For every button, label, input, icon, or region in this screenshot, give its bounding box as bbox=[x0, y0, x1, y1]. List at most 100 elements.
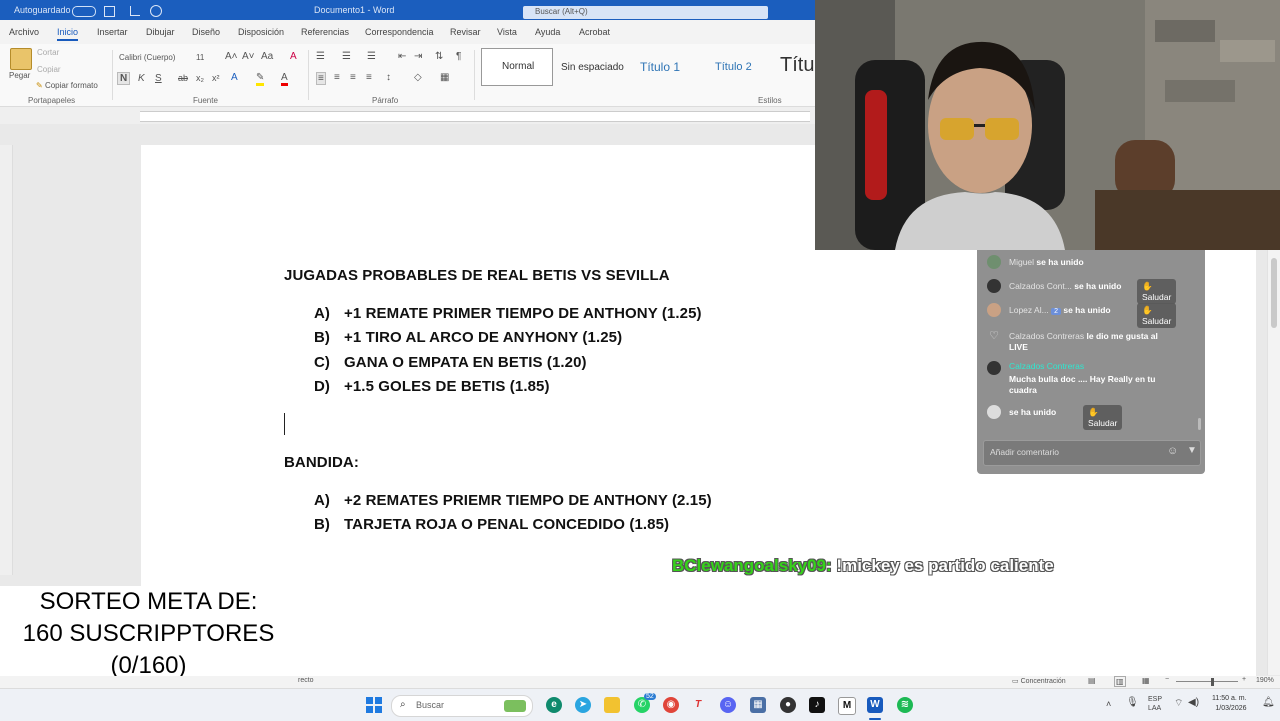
obs-icon[interactable]: ● bbox=[780, 697, 796, 713]
shading-icon[interactable]: ◇ bbox=[414, 72, 422, 83]
list-text: +1.5 GOLES DE BETIS (1.85) bbox=[344, 378, 550, 395]
save-icon[interactable] bbox=[104, 6, 115, 17]
saludar-button[interactable]: ✋ Saludar bbox=[1137, 303, 1177, 328]
shrink-font-icon[interactable]: A˅ bbox=[242, 51, 255, 62]
numbering-icon[interactable]: ☰ bbox=[342, 51, 351, 62]
saludar-button[interactable]: ✋ Saludar bbox=[1083, 405, 1123, 430]
font-color-icon[interactable]: A bbox=[281, 72, 288, 86]
list-letter: B) bbox=[314, 329, 331, 346]
filter-icon[interactable]: ▼ bbox=[1187, 445, 1197, 456]
scrollbar-thumb[interactable] bbox=[1271, 258, 1277, 328]
tab-correspondencia[interactable]: Correspondencia bbox=[365, 27, 434, 37]
increase-indent-icon[interactable]: ⇥ bbox=[414, 51, 422, 62]
web-layout-icon[interactable]: ▦ bbox=[1142, 676, 1150, 685]
multilevel-list-icon[interactable]: ☰ bbox=[367, 51, 376, 62]
align-center-button[interactable]: ≡ bbox=[334, 72, 340, 83]
tab-vista[interactable]: Vista bbox=[497, 27, 517, 37]
tab-archivo[interactable]: Archivo bbox=[9, 27, 39, 37]
align-right-button[interactable]: ≡ bbox=[350, 72, 356, 83]
telegram-icon[interactable]: ➤ bbox=[575, 697, 591, 713]
tab-insertar[interactable]: Insertar bbox=[97, 27, 128, 37]
tab-disposicion[interactable]: Disposición bbox=[238, 27, 284, 37]
line-spacing-icon[interactable]: ↕ bbox=[386, 72, 391, 83]
align-left-button[interactable]: ≡ bbox=[316, 72, 326, 85]
clock[interactable]: 11:50 a. m. 1/03/2026 bbox=[1212, 694, 1247, 714]
vertical-scrollbar[interactable] bbox=[1267, 250, 1280, 675]
clear-format-icon[interactable]: A bbox=[290, 51, 297, 62]
zoom-level[interactable]: 190% bbox=[1256, 677, 1274, 684]
paste-label[interactable]: Pegar bbox=[9, 71, 30, 80]
grow-font-icon[interactable]: A˄ bbox=[225, 51, 238, 62]
sort-icon[interactable]: ⇅ bbox=[435, 51, 443, 62]
redo-icon[interactable] bbox=[150, 5, 162, 17]
calculator-icon[interactable]: ▦ bbox=[750, 697, 766, 713]
italic-button[interactable]: K bbox=[138, 73, 145, 84]
zoom-out-icon[interactable]: − bbox=[1165, 676, 1169, 683]
superscript-button[interactable]: x² bbox=[212, 73, 220, 83]
search-box[interactable]: Buscar (Alt+Q) bbox=[523, 6, 768, 19]
taskbar-search[interactable]: ⌕ Buscar bbox=[391, 695, 533, 717]
language-indicator[interactable]: ESP LAA bbox=[1148, 695, 1162, 713]
style-titulo-2[interactable]: Título 2 bbox=[715, 61, 752, 73]
tab-revisar[interactable]: Revisar bbox=[450, 27, 481, 37]
paste-icon[interactable] bbox=[10, 48, 32, 70]
style-sin-espaciado[interactable]: Sin espaciado bbox=[561, 62, 624, 73]
style-titulo[interactable]: Títu bbox=[780, 54, 814, 77]
tab-dibujar[interactable]: Dibujar bbox=[146, 27, 175, 37]
notification-bell-icon[interactable]: 🔔︎ bbox=[1262, 697, 1275, 708]
text-effects-icon[interactable]: A bbox=[231, 72, 238, 83]
underline-button[interactable]: S bbox=[155, 73, 162, 84]
borders-icon[interactable]: ▦ bbox=[440, 72, 449, 83]
change-case-icon[interactable]: Aa bbox=[261, 51, 273, 62]
zoom-slider[interactable] bbox=[1176, 681, 1238, 682]
tab-inicio[interactable]: Inicio bbox=[57, 27, 79, 41]
zoom-slider-thumb[interactable] bbox=[1211, 678, 1214, 686]
subscript-button[interactable]: x₂ bbox=[196, 73, 204, 83]
bullets-icon[interactable]: ☰ bbox=[316, 51, 325, 62]
read-mode-icon[interactable]: ▤ bbox=[1088, 676, 1096, 685]
highlight-icon[interactable]: ✎ bbox=[256, 72, 265, 86]
vertical-ruler[interactable] bbox=[0, 145, 13, 575]
start-icon[interactable] bbox=[366, 697, 382, 713]
emoji-icon[interactable]: ☺ bbox=[1167, 445, 1178, 457]
font-color-swatch: A bbox=[281, 72, 288, 86]
cut-button[interactable]: Cortar bbox=[37, 48, 59, 57]
zoom-in-icon[interactable]: + bbox=[1242, 676, 1246, 683]
focus-mode-button[interactable]: ▭ Concentración bbox=[1012, 677, 1066, 685]
strikethrough-button[interactable]: ab bbox=[178, 73, 188, 83]
tab-ayuda[interactable]: Ayuda bbox=[535, 27, 560, 37]
comment-input[interactable]: Añadir comentario ☺ ▼ bbox=[983, 440, 1201, 466]
decrease-indent-icon[interactable]: ⇤ bbox=[398, 51, 406, 62]
network-icon[interactable]: ⌔ bbox=[1174, 697, 1183, 710]
tiktok-icon[interactable]: ♪ bbox=[809, 697, 825, 713]
chat-scroll-thumb[interactable] bbox=[1198, 418, 1201, 430]
spotify-icon[interactable]: ≋ bbox=[897, 697, 913, 713]
edge-icon[interactable]: e bbox=[546, 697, 562, 713]
text-app-icon[interactable]: T bbox=[690, 697, 706, 713]
m-app-icon[interactable]: M bbox=[838, 697, 856, 715]
autosave-toggle[interactable] bbox=[72, 6, 96, 17]
tab-diseno[interactable]: Diseño bbox=[192, 27, 220, 37]
copy-button[interactable]: Copiar bbox=[37, 65, 61, 74]
style-normal[interactable]: Normal bbox=[481, 48, 553, 86]
saludar-button[interactable]: ✋ Saludar bbox=[1137, 279, 1177, 304]
chrome-icon[interactable]: ◉ bbox=[663, 697, 679, 713]
font-size-select[interactable]: 11 bbox=[196, 53, 204, 62]
tab-referencias[interactable]: Referencias bbox=[301, 27, 349, 37]
font-name-select[interactable]: Calibri (Cuerpo) bbox=[119, 53, 175, 62]
bold-button[interactable]: N bbox=[117, 72, 131, 85]
justify-button[interactable]: ≡ bbox=[366, 72, 372, 83]
tray-chevron-icon[interactable]: ˄ bbox=[1106, 699, 1111, 709]
tab-acrobat[interactable]: Acrobat bbox=[579, 27, 610, 37]
show-marks-icon[interactable]: ¶ bbox=[456, 51, 461, 62]
volume-icon[interactable]: ◀) bbox=[1188, 697, 1199, 708]
discord-icon[interactable]: ☺ bbox=[720, 697, 736, 713]
word-icon[interactable]: W bbox=[867, 697, 883, 713]
mic-icon[interactable]: 🎙︎ bbox=[1126, 697, 1139, 708]
print-layout-icon[interactable]: ▥ bbox=[1114, 676, 1126, 687]
format-painter-button[interactable]: ✎ Copiar formato bbox=[36, 81, 98, 90]
style-titulo-1[interactable]: Título 1 bbox=[640, 60, 680, 74]
file-explorer-icon[interactable] bbox=[604, 697, 620, 713]
horizontal-ruler[interactable] bbox=[0, 107, 815, 124]
undo-icon[interactable] bbox=[130, 6, 140, 16]
